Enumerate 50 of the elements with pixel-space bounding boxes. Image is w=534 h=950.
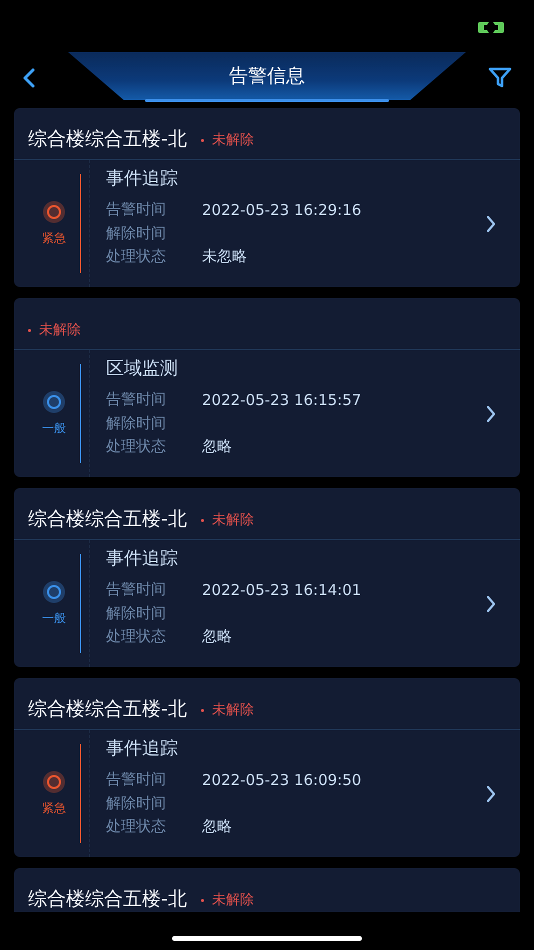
alarm-status: 未解除 <box>200 699 254 721</box>
field-value: 忽略 <box>202 817 232 836</box>
field-value: 2022-05-23 16:29:16 <box>202 200 362 219</box>
severity-label: 紧急 <box>42 800 66 817</box>
status-indicator-icon <box>478 22 504 33</box>
field-value: 2022-05-23 16:14:01 <box>202 580 362 599</box>
alarm-location: 综合楼综合五楼-北 <box>28 507 187 531</box>
alarm-card[interactable]: 综合楼综合五楼-北 未解除 紧急 事件追踪 告警时间 2022-05-23 16:29:16 解除时间 处理状态 未忽略 <box>14 108 520 287</box>
field-label: 告警时间 <box>106 200 167 220</box>
severity-label: 一般 <box>42 610 66 627</box>
alarm-card[interactable]: 综合楼综合五楼-北 未解除 一般 事件追踪 告警时间 2022-05-23 16:14:01 解除时间 处理状态 忽略 <box>14 488 520 667</box>
filter-button[interactable] <box>488 67 512 89</box>
alert-ring-icon <box>42 580 66 604</box>
field-value: 2022-05-23 16:09:50 <box>202 770 362 789</box>
field-label: 处理状态 <box>106 437 167 456</box>
alarm-status: 未解除 <box>200 889 254 911</box>
field-label: 告警时间 <box>106 770 167 790</box>
severity-label: 一般 <box>42 420 66 437</box>
alarm-location: 综合楼综合五楼-北 <box>28 697 187 721</box>
alarm-status: 未解除 <box>28 319 81 341</box>
field-label: 解除时间 <box>106 794 167 813</box>
field-value: 忽略 <box>202 437 232 456</box>
alarm-card[interactable]: 未解除 一般 区域监测 告警时间 2022-05-23 16:15:57 解除时间 处理状态 忽略 <box>14 298 520 477</box>
alarm-card[interactable]: 综合楼综合五楼-北 未解除 <box>14 868 520 912</box>
event-type: 事件追踪 <box>106 167 179 191</box>
alarm-location: 综合楼综合五楼-北 <box>28 127 187 151</box>
alarm-location: 综合楼综合五楼-北 <box>28 887 187 911</box>
field-label: 处理状态 <box>106 627 167 646</box>
alarm-status: 未解除 <box>200 509 254 531</box>
field-label: 告警时间 <box>106 580 167 600</box>
severity-label: 紧急 <box>42 230 66 247</box>
event-type: 事件追踪 <box>106 547 179 571</box>
field-label: 解除时间 <box>106 224 167 243</box>
field-label: 处理状态 <box>106 247 167 266</box>
field-value: 未忽略 <box>202 247 247 266</box>
alert-ring-icon <box>42 770 66 794</box>
alert-ring-icon <box>42 200 66 224</box>
page-title: 告警信息 <box>229 64 305 89</box>
alarm-status: 未解除 <box>200 129 254 151</box>
field-value: 2022-05-23 16:15:57 <box>202 390 362 409</box>
event-type: 事件追踪 <box>106 737 179 761</box>
field-label: 处理状态 <box>106 817 167 836</box>
field-label: 告警时间 <box>106 390 167 410</box>
field-value: 忽略 <box>202 627 232 646</box>
back-button[interactable] <box>22 68 36 88</box>
alert-ring-icon <box>42 390 66 414</box>
alarm-card[interactable]: 综合楼综合五楼-北 未解除 紧急 事件追踪 告警时间 2022-05-23 16:09:50 解除时间 处理状态 忽略 <box>14 678 520 857</box>
field-label: 解除时间 <box>106 414 167 433</box>
field-label: 解除时间 <box>106 604 167 623</box>
event-type: 区域监测 <box>106 357 179 381</box>
